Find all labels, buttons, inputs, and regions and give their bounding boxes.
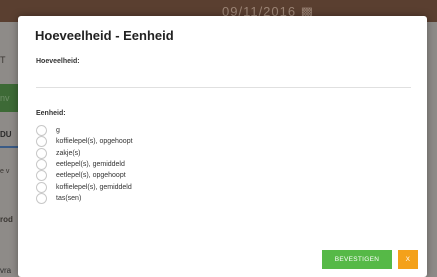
unit-option-eetlepel-gemiddeld[interactable]: eetlepel(s), gemiddeld	[36, 159, 133, 171]
unit-option-koffielepel-gemiddeld[interactable]: koffielepel(s), gemiddeld	[36, 181, 133, 193]
background-tab: DU	[0, 130, 12, 139]
background-green-button: nv	[0, 84, 18, 112]
unit-option-label: koffielepel(s), opgehoopt	[56, 138, 133, 146]
unit-option-label: eetlepel(s), opgehoopt	[56, 172, 126, 180]
unit-label: Eenheid:	[36, 110, 66, 117]
radio-button[interactable]	[36, 136, 47, 148]
background-fragment-1: T	[0, 55, 6, 65]
unit-option-label: eetlepel(s), gemiddeld	[56, 161, 125, 169]
close-button[interactable]: X	[398, 250, 418, 269]
unit-option-zakje[interactable]: zakje(s)	[36, 147, 133, 159]
radio-button[interactable]	[36, 125, 47, 137]
radio-button[interactable]	[36, 147, 47, 159]
unit-option-g[interactable]: g	[36, 125, 133, 137]
background-fragment-5: rod	[0, 215, 13, 224]
background-fragment-6: vra	[0, 266, 12, 275]
unit-option-label: tas(sen)	[56, 194, 82, 202]
quantity-label: Hoeveelheid:	[36, 58, 80, 65]
radio-button[interactable]	[36, 181, 47, 193]
background-fragment-4: e v	[0, 168, 10, 175]
dialog-title: Hoeveelheid - Eenheid	[35, 28, 174, 43]
radio-button[interactable]	[36, 159, 47, 171]
unit-option-list: g koffielepel(s), opgehoopt zakje(s) eet…	[36, 125, 133, 204]
unit-option-koffielepel-opgehoopt[interactable]: koffielepel(s), opgehoopt	[36, 136, 133, 148]
radio-button[interactable]	[36, 192, 47, 204]
unit-option-eetlepel-opgehoopt[interactable]: eetlepel(s), opgehoopt	[36, 170, 133, 182]
unit-option-label: koffielepel(s), gemiddeld	[56, 183, 132, 191]
unit-option-label: zakje(s)	[56, 149, 81, 157]
quantity-input[interactable]	[36, 68, 411, 88]
unit-option-tas[interactable]: tas(sen)	[36, 192, 133, 204]
quantity-unit-dialog: Hoeveelheid - Eenheid Hoeveelheid: Eenhe…	[18, 16, 427, 277]
unit-option-label: g	[56, 127, 60, 135]
radio-button[interactable]	[36, 170, 47, 182]
background-tab-underline	[0, 146, 18, 148]
confirm-button[interactable]: BEVESTIGEN	[322, 250, 392, 269]
background-fragment-2: nv	[0, 93, 10, 103]
